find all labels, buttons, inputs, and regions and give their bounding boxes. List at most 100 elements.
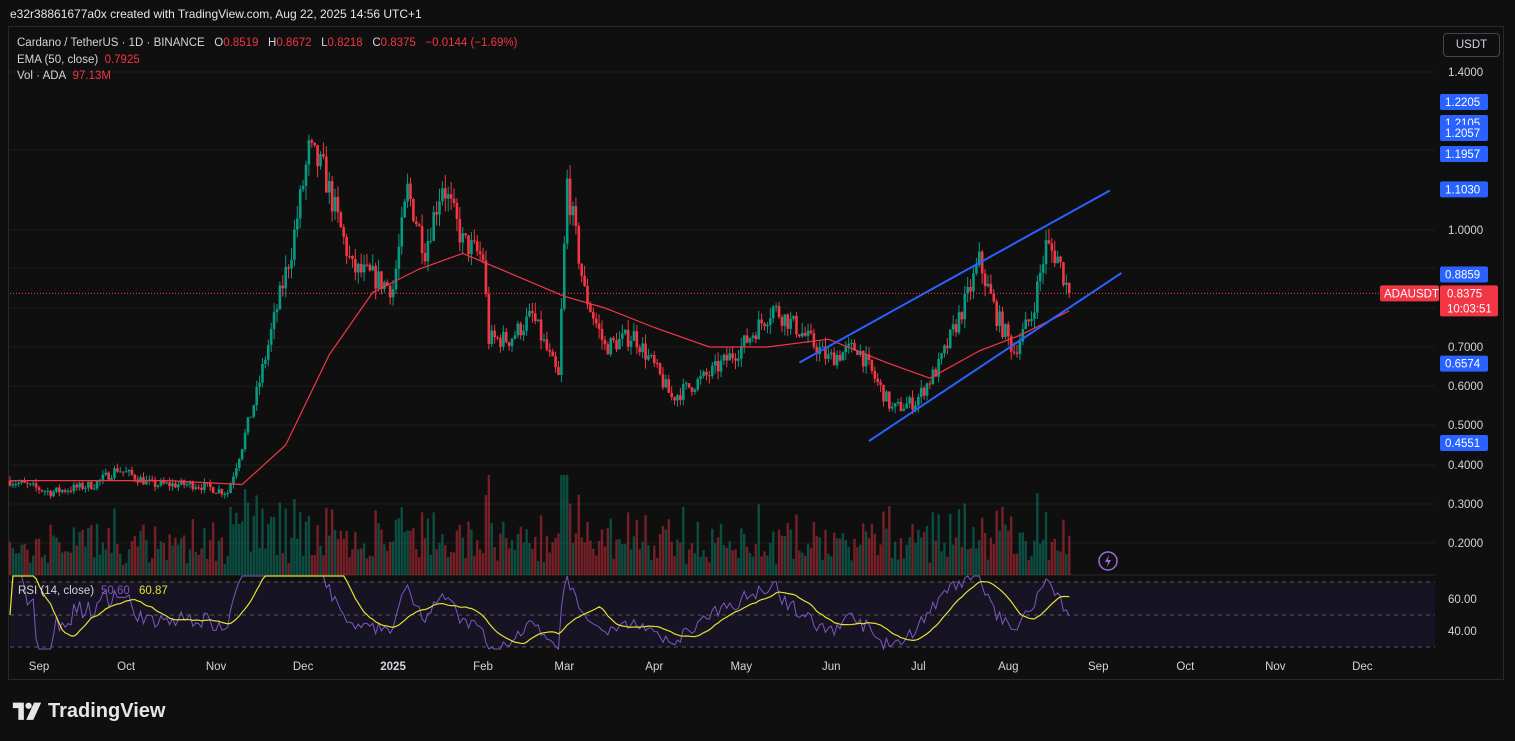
candle-body[interactable]	[664, 379, 668, 388]
candle-body[interactable]	[803, 332, 807, 336]
candle-body[interactable]	[287, 267, 290, 269]
candle-body[interactable]	[948, 329, 952, 349]
currency-button[interactable]: USDT	[1443, 33, 1500, 57]
candle-body[interactable]	[821, 346, 824, 348]
candle-body[interactable]	[568, 178, 572, 216]
candle-body[interactable]	[118, 471, 122, 473]
candle-body[interactable]	[75, 484, 79, 488]
candle-body[interactable]	[110, 477, 113, 480]
candle-body[interactable]	[638, 347, 642, 353]
candle-body[interactable]	[806, 330, 810, 336]
candle-body[interactable]	[29, 483, 32, 485]
candle-body[interactable]	[612, 338, 615, 341]
candle-body[interactable]	[490, 330, 494, 345]
candle-body[interactable]	[391, 289, 395, 298]
candle-body[interactable]	[116, 468, 119, 472]
candle-body[interactable]	[751, 335, 755, 339]
candle-body[interactable]	[606, 344, 610, 355]
candle-body[interactable]	[702, 371, 705, 377]
candle-body[interactable]	[397, 246, 401, 269]
candle-body[interactable]	[417, 224, 421, 227]
candle-body[interactable]	[687, 383, 691, 388]
candle-body[interactable]	[513, 335, 517, 339]
candle-body[interactable]	[641, 343, 644, 353]
candle-body[interactable]	[510, 338, 514, 346]
candle-body[interactable]	[356, 263, 360, 273]
candle-body[interactable]	[258, 382, 261, 388]
candle-body[interactable]	[284, 267, 287, 289]
candle-body[interactable]	[774, 306, 778, 308]
candle-body[interactable]	[249, 416, 253, 418]
candle-body[interactable]	[345, 236, 348, 256]
candle-body[interactable]	[504, 331, 508, 343]
candle-body[interactable]	[838, 354, 842, 361]
candle-body[interactable]	[809, 330, 813, 334]
candle-body[interactable]	[1033, 312, 1036, 319]
candle-body[interactable]	[972, 273, 975, 292]
candle-body[interactable]	[409, 183, 412, 200]
volume-row[interactable]: Vol · ADA 97.13M	[17, 68, 517, 85]
candle-body[interactable]	[667, 379, 671, 393]
candle-body[interactable]	[235, 468, 238, 477]
candle-body[interactable]	[478, 251, 482, 255]
candle-body[interactable]	[475, 241, 479, 252]
candle-body[interactable]	[43, 491, 47, 493]
candle-body[interactable]	[269, 329, 273, 345]
candle-body[interactable]	[594, 318, 598, 324]
candle-body[interactable]	[240, 449, 244, 460]
candle-body[interactable]	[414, 221, 418, 225]
ema-row[interactable]: EMA (50, close) 0.7925	[17, 52, 517, 69]
candle-body[interactable]	[647, 355, 650, 360]
candle-body[interactable]	[507, 342, 511, 346]
candle-body[interactable]	[763, 323, 766, 327]
candle-body[interactable]	[278, 285, 282, 310]
candle-body[interactable]	[217, 489, 221, 494]
candle-body[interactable]	[1015, 352, 1019, 354]
candle-body[interactable]	[841, 352, 845, 361]
candle-body[interactable]	[623, 329, 627, 334]
candle-body[interactable]	[565, 178, 569, 244]
candle-body[interactable]	[159, 480, 163, 486]
candle-body[interactable]	[969, 286, 972, 292]
candle-body[interactable]	[708, 375, 711, 377]
candle-body[interactable]	[928, 383, 932, 385]
candle-body[interactable]	[1041, 264, 1045, 273]
candle-body[interactable]	[46, 490, 50, 492]
candle-body[interactable]	[722, 354, 726, 361]
ema-50-line[interactable]	[10, 252, 1070, 486]
candle-body[interactable]	[461, 233, 465, 243]
candle-body[interactable]	[890, 406, 894, 409]
candle-body[interactable]	[368, 264, 372, 271]
candle-body[interactable]	[681, 384, 685, 400]
candle-body[interactable]	[1062, 262, 1065, 285]
candle-body[interactable]	[11, 484, 15, 486]
candle-body[interactable]	[333, 197, 337, 212]
candle-body[interactable]	[731, 353, 734, 359]
candle-body[interactable]	[229, 483, 232, 493]
candle-body[interactable]	[603, 339, 607, 345]
candle-body[interactable]	[310, 140, 314, 143]
candle-body[interactable]	[139, 477, 142, 483]
candle-body[interactable]	[420, 226, 424, 254]
candle-body[interactable]	[1007, 324, 1010, 337]
candle-body[interactable]	[272, 312, 276, 330]
candle-body[interactable]	[127, 469, 131, 472]
candle-body[interactable]	[220, 489, 224, 495]
candle-body[interactable]	[911, 397, 914, 410]
candle-body[interactable]	[113, 468, 116, 478]
candle-body[interactable]	[783, 314, 787, 326]
candle-body[interactable]	[917, 396, 920, 406]
candle-body[interactable]	[946, 345, 949, 349]
candle-body[interactable]	[629, 340, 633, 347]
candle-body[interactable]	[795, 315, 798, 335]
candle-body[interactable]	[156, 485, 160, 487]
candle-body[interactable]	[516, 323, 520, 336]
candle-body[interactable]	[92, 488, 96, 490]
candle-body[interactable]	[940, 353, 943, 360]
candle-body[interactable]	[130, 469, 134, 475]
candle-body[interactable]	[359, 263, 363, 273]
candle-body[interactable]	[592, 311, 595, 319]
candle-body[interactable]	[539, 319, 543, 341]
candle-body[interactable]	[951, 324, 955, 330]
candle-body[interactable]	[232, 476, 235, 484]
